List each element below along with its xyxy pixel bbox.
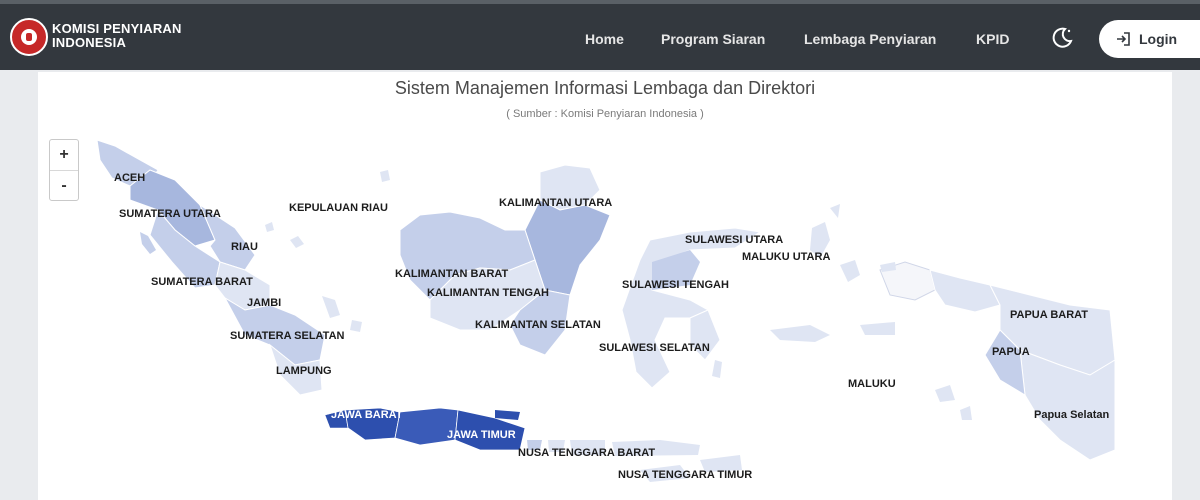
label-kalimantan-tengah[interactable]: KALIMANTAN TENGAH xyxy=(427,287,549,299)
label-sumatera-barat[interactable]: SUMATERA BARAT xyxy=(151,276,253,288)
label-sulawesi-selatan[interactable]: SULAWESI SELATAN xyxy=(599,342,710,354)
label-nusa-tenggara-timur[interactable]: NUSA TENGGARA TIMUR xyxy=(618,469,752,481)
label-maluku-utara[interactable]: MALUKU UTARA xyxy=(742,251,830,263)
region-bangka-belitung[interactable] xyxy=(322,296,362,332)
label-sumatera-selatan[interactable]: SUMATERA SELATAN xyxy=(230,330,344,342)
label-kepulauan-riau[interactable]: KEPULAUAN RIAU xyxy=(289,202,388,214)
indonesia-map[interactable] xyxy=(0,0,1200,500)
zoom-in-button[interactable]: + xyxy=(50,140,78,170)
label-kalimantan-barat[interactable]: KALIMANTAN BARAT xyxy=(395,268,508,280)
label-nusa-tenggara-barat[interactable]: NUSA TENGGARA BARAT xyxy=(518,447,655,459)
label-sumatera-utara[interactable]: SUMATERA UTARA xyxy=(119,208,221,220)
region-papua-barat[interactable] xyxy=(929,269,1001,313)
label-jambi[interactable]: JAMBI xyxy=(247,297,281,309)
label-sulawesi-utara[interactable]: SULAWESI UTARA xyxy=(685,234,783,246)
label-kalimantan-utara[interactable]: KALIMANTAN UTARA xyxy=(499,197,612,209)
label-jawa-timur[interactable]: JAWA TIMUR xyxy=(447,429,516,441)
label-papua[interactable]: PAPUA xyxy=(992,346,1030,358)
island-buton[interactable] xyxy=(712,360,722,378)
label-maluku[interactable]: MALUKU xyxy=(848,378,896,390)
island-madura[interactable] xyxy=(495,410,520,420)
label-papua-selatan[interactable]: Papua Selatan xyxy=(1034,409,1109,421)
label-lampung[interactable]: LAMPUNG xyxy=(276,365,332,377)
zoom-out-button[interactable]: - xyxy=(50,170,78,201)
island-halmahera[interactable] xyxy=(840,260,860,282)
label-riau[interactable]: RIAU xyxy=(231,241,258,253)
label-jawa-barat[interactable]: JAWA BARAT xyxy=(331,409,403,421)
region-maluku[interactable] xyxy=(770,322,972,420)
label-kalimantan-selatan[interactable]: KALIMANTAN SELATAN xyxy=(475,319,601,331)
label-papua-barat[interactable]: PAPUA BARAT xyxy=(1010,309,1088,321)
label-aceh[interactable]: ACEH xyxy=(114,172,145,184)
zoom-control: + - xyxy=(49,139,79,201)
region-maluku-utara[interactable] xyxy=(810,204,840,258)
label-sulawesi-tengah[interactable]: SULAWESI TENGAH xyxy=(622,279,729,291)
